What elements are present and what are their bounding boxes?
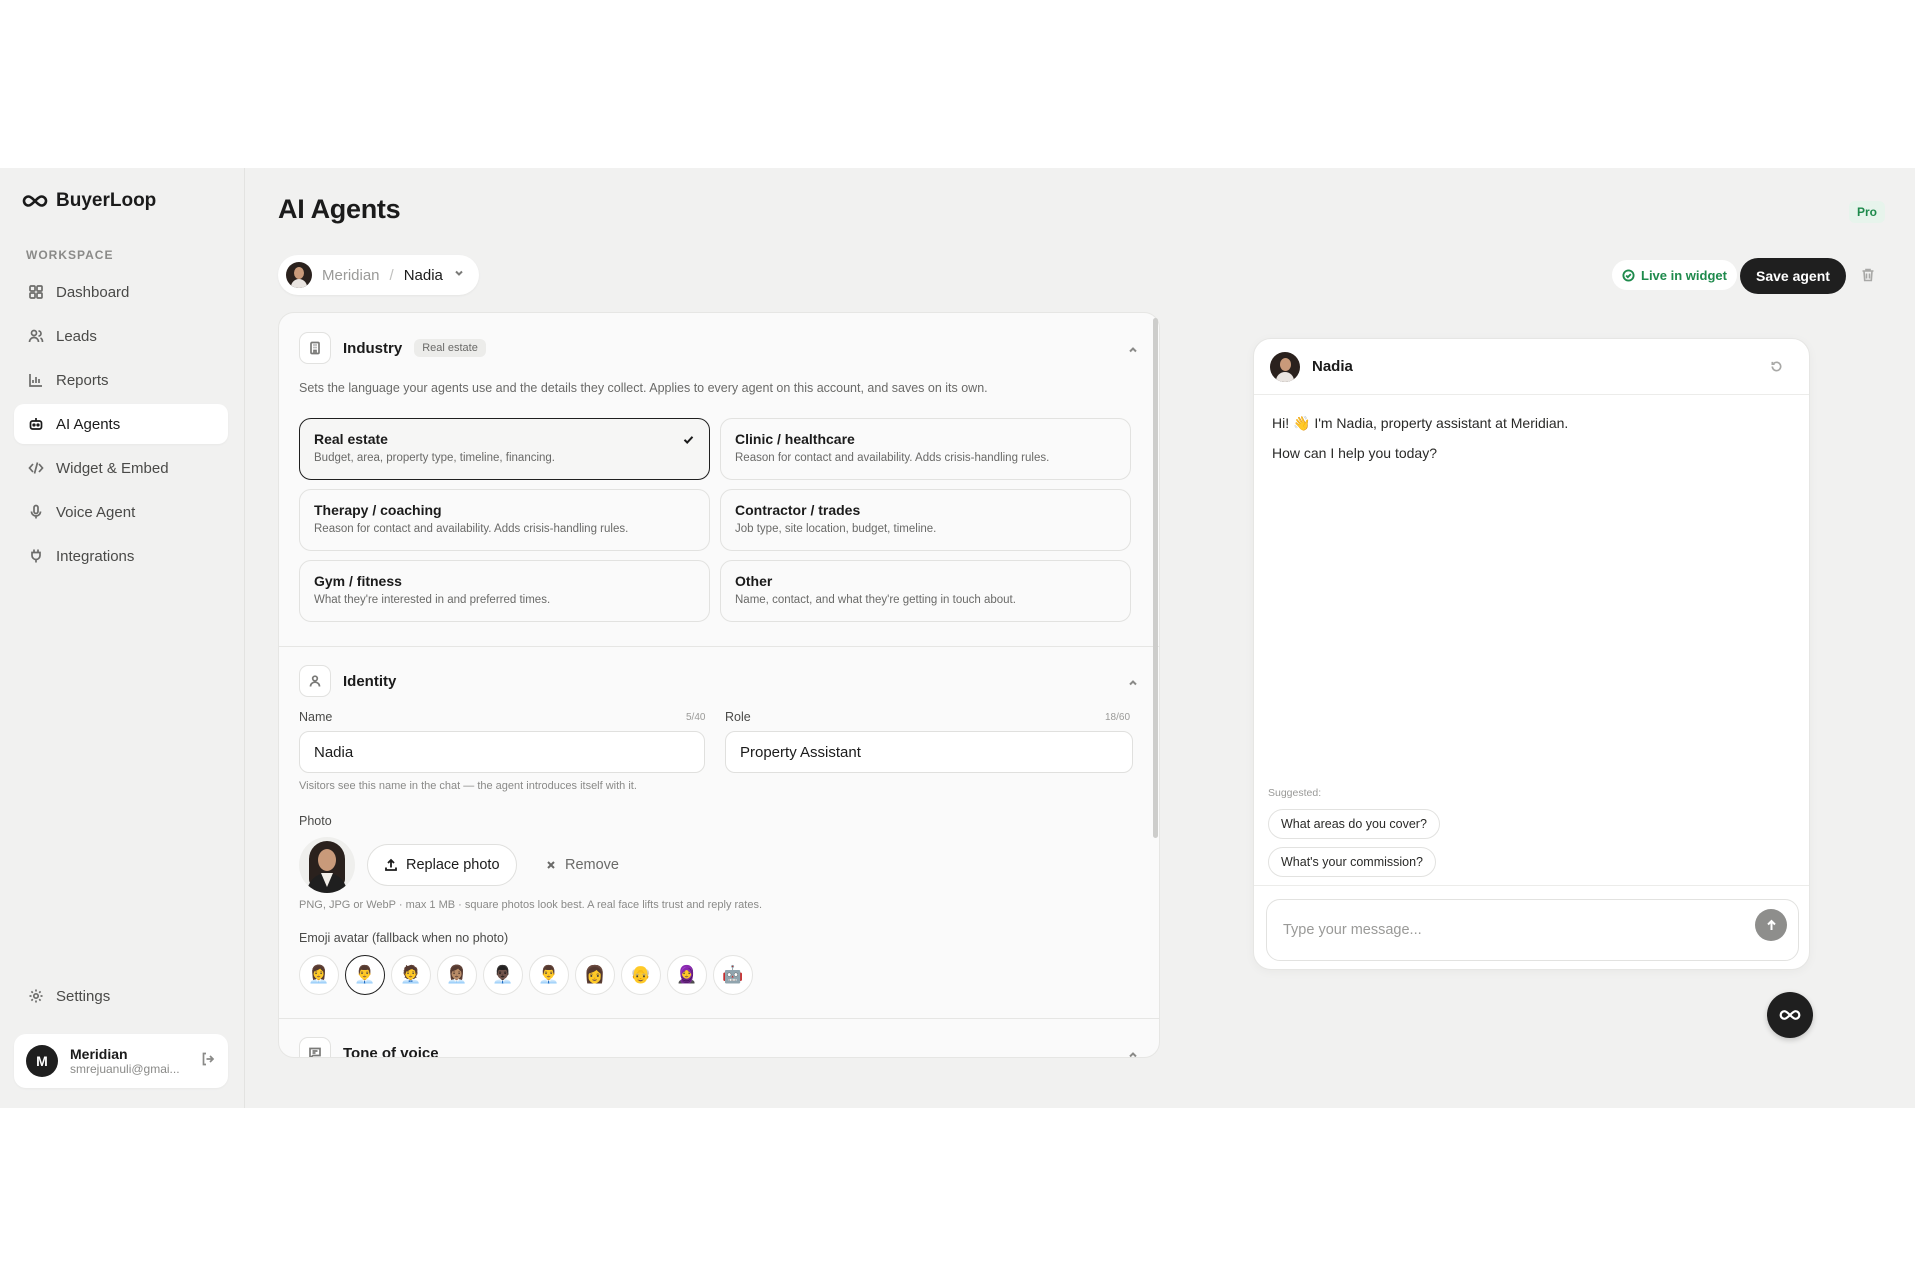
refresh-icon[interactable]	[1770, 360, 1783, 378]
suggestion-chip[interactable]: What areas do you cover?	[1268, 809, 1440, 839]
infinity-icon	[1779, 1010, 1801, 1020]
live-status-badge: Live in widget	[1612, 260, 1737, 290]
logout-icon[interactable]	[200, 1051, 216, 1072]
chat-preview: Nadia Hi! 👋 I'm Nadia, property assistan…	[1253, 338, 1810, 970]
infinity-logo-icon	[22, 195, 48, 207]
chevron-up-icon[interactable]	[1127, 1048, 1139, 1057]
mic-icon	[30, 504, 42, 519]
chat-question-message: How can I help you today?	[1272, 445, 1437, 461]
sidebar-item-integrations[interactable]: Integrations	[14, 536, 228, 576]
arrow-up-icon	[1766, 919, 1776, 930]
sidebar-item-label: Integrations	[56, 547, 135, 565]
chat-header: Nadia	[1254, 339, 1809, 395]
sidebar-item-voice-agent[interactable]: Voice Agent	[14, 492, 228, 532]
user-name: Meridian	[70, 1046, 128, 1062]
grid-icon	[29, 285, 43, 299]
sidebar-item-label: Dashboard	[56, 283, 130, 301]
chat-message-input[interactable]	[1266, 899, 1799, 961]
sidebar-item-label: AI Agents	[56, 415, 121, 433]
chat-agent-avatar	[1270, 351, 1300, 382]
message-square-icon	[299, 1037, 331, 1057]
sidebar-item-label: Settings	[56, 987, 111, 1005]
sidebar-item-label: Reports	[56, 371, 109, 389]
tone-title: Tone of voice	[343, 1044, 439, 1058]
widget-launcher-button[interactable]	[1767, 992, 1813, 1038]
sidebar-item-label: Leads	[56, 327, 97, 345]
workspace-section-label: WORKSPACE	[26, 248, 114, 262]
sidebar-item-label: Voice Agent	[56, 503, 136, 521]
agent-switcher[interactable]: Meridian / Nadia	[278, 255, 479, 295]
agent-config-panel[interactable]: Industry Real estate Sets the language y…	[278, 312, 1160, 1058]
sidebar-item-settings[interactable]: Settings	[14, 976, 228, 1016]
sidebar-item-label: Widget & Embed	[56, 459, 169, 477]
sidebar-item-leads[interactable]: Leads	[14, 316, 228, 356]
chat-greeting-message: Hi! 👋 I'm Nadia, property assistant at M…	[1272, 415, 1569, 431]
brand-name: BuyerLoop	[56, 190, 157, 211]
panel-scrollbar[interactable]	[1153, 318, 1158, 838]
save-agent-button[interactable]: Save agent	[1740, 258, 1846, 294]
bar-chart-icon	[29, 374, 42, 387]
users-icon	[28, 329, 44, 343]
code-icon	[28, 462, 44, 474]
user-email: smrejuanuli@gmai...	[70, 1062, 180, 1076]
suggestion-chip[interactable]: What's your commission?	[1268, 847, 1437, 877]
sidebar-item-reports[interactable]: Reports	[14, 360, 228, 400]
breadcrumb-agent[interactable]: Nadia	[404, 267, 443, 284]
trash-icon[interactable]	[1860, 267, 1876, 288]
user-info: Meridian smrejuanuli@gmai...	[70, 1046, 188, 1076]
user-card[interactable]: M Meridian smrejuanuli@gmai...	[14, 1034, 228, 1088]
chat-divider	[1254, 885, 1809, 886]
bot-icon	[29, 418, 43, 430]
breadcrumb-workspace[interactable]: Meridian	[322, 267, 380, 284]
brand[interactable]: BuyerLoop	[22, 190, 156, 212]
page-title: AI Agents	[278, 194, 401, 224]
sidebar-item-dashboard[interactable]: Dashboard	[14, 272, 228, 312]
sidebar: BuyerLoop WORKSPACE Dashboard Leads Repo…	[0, 168, 245, 1108]
plug-icon	[31, 549, 41, 563]
live-status-label: Live in widget	[1641, 267, 1727, 283]
gear-icon	[29, 989, 43, 1003]
suggested-label: Suggested:	[1268, 787, 1322, 799]
check-circle-icon	[1622, 268, 1635, 282]
sidebar-settings: Settings	[14, 976, 228, 1020]
tone-header[interactable]: Tone of voice	[299, 1037, 439, 1058]
avatar: M	[26, 1045, 58, 1077]
tone-section: Tone of voice	[279, 313, 1159, 1058]
send-button[interactable]	[1755, 909, 1787, 941]
chat-agent-name: Nadia	[1312, 358, 1353, 375]
app-frame: BuyerLoop WORKSPACE Dashboard Leads Repo…	[0, 168, 1915, 1108]
plan-badge: Pro	[1848, 201, 1885, 223]
breadcrumb-separator: /	[389, 266, 394, 284]
sidebar-nav: Dashboard Leads Reports AI Agents Widget…	[14, 272, 228, 580]
sidebar-item-widget-embed[interactable]: Widget & Embed	[14, 448, 228, 488]
chevron-down-icon[interactable]	[453, 266, 465, 284]
agent-avatar	[286, 262, 312, 288]
sidebar-item-ai-agents[interactable]: AI Agents	[14, 404, 228, 444]
